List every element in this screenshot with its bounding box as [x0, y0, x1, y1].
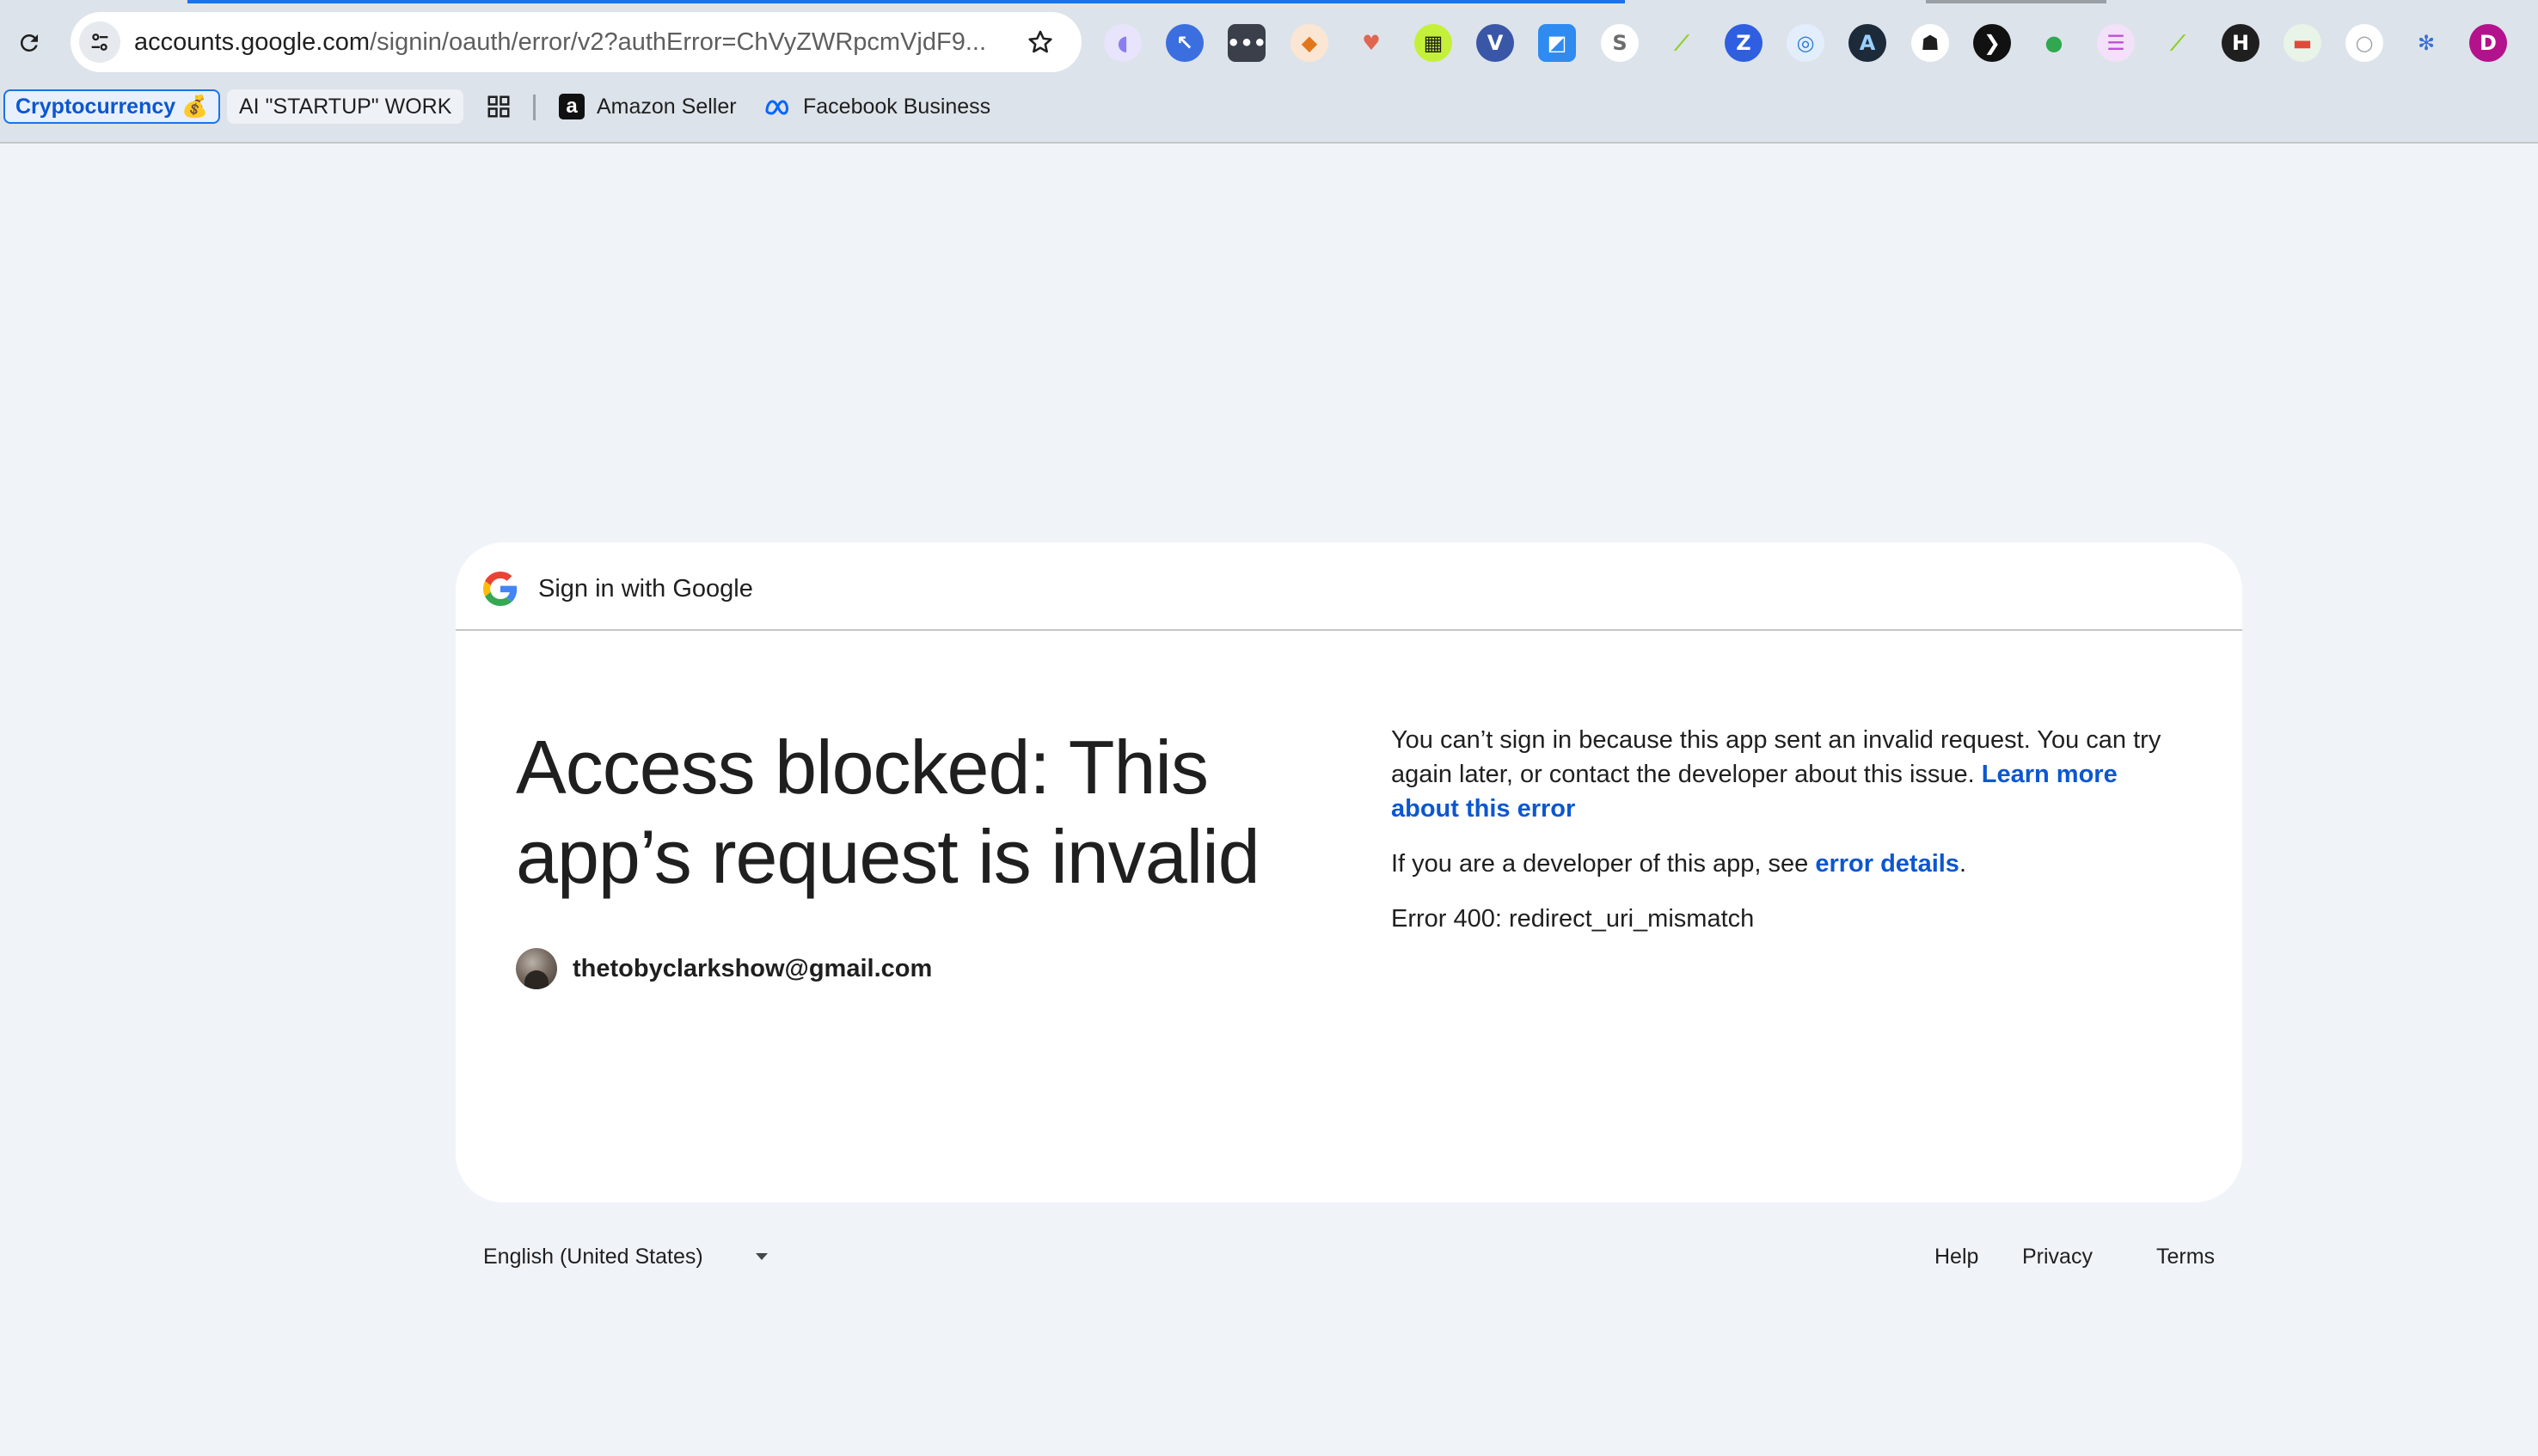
- list-extension-button[interactable]: ☰: [2094, 21, 2138, 65]
- bookmark-facebook-business[interactable]: Facebook Business: [763, 89, 990, 124]
- v-extension-button[interactable]: V: [1473, 21, 1517, 65]
- frog-extension-icon: ●: [2044, 31, 2063, 55]
- gear-extension-icon: ✻: [2417, 31, 2436, 55]
- z-extension-icon: Z: [1725, 24, 1762, 62]
- browser-chrome: accounts.google.com/signin/oauth/error/v…: [0, 0, 2538, 144]
- meta-icon: [765, 100, 789, 115]
- apps-button[interactable]: [481, 89, 516, 124]
- metamask-extension-button[interactable]: ◆: [1287, 21, 1332, 65]
- square-extension-icon: ◩: [1538, 24, 1576, 62]
- page-footer: English (United States) Help Privacy Ter…: [456, 1239, 2242, 1279]
- signin-error-card: Sign in with Google Access blocked: This…: [456, 542, 2242, 1202]
- error-description: You can’t sign in because this app sent …: [1391, 723, 2173, 826]
- s-extension-icon: S: [1601, 24, 1639, 62]
- compass-extension-button[interactable]: ◎: [1783, 21, 1828, 65]
- shield-extension-icon: ☗: [1911, 24, 1949, 62]
- apps-grid-icon: [487, 95, 510, 118]
- cloud-extension-icon: ○: [2345, 24, 2383, 62]
- z-extension-button[interactable]: Z: [1721, 21, 1766, 65]
- error-headline: Access blocked: This app’s request is in…: [516, 725, 1260, 899]
- flag-extension-button[interactable]: ▬: [2280, 21, 2325, 65]
- grid-extension-button[interactable]: ▦: [1411, 21, 1456, 65]
- list-extension-icon: ☰: [2097, 24, 2135, 62]
- cursor-extension-button[interactable]: ↖: [1162, 21, 1207, 65]
- bookmark-star-button[interactable]: [1023, 25, 1058, 59]
- shield-extension-button[interactable]: ☗: [1908, 21, 1953, 65]
- language-selector-label: English (United States): [483, 1245, 703, 1269]
- google-g-icon: [483, 572, 518, 606]
- site-info-button[interactable]: [79, 21, 120, 63]
- heart-extension-button[interactable]: ♥: [1349, 21, 1394, 65]
- arrow-extension-icon: ❯: [1973, 24, 2011, 62]
- privacy-link[interactable]: Privacy: [2022, 1245, 2093, 1269]
- sprout-extension-icon: ⟋: [2170, 31, 2186, 55]
- grid-extension-icon: ▦: [1414, 24, 1452, 62]
- developer-note-text: If you are a developer of this app, see: [1391, 850, 1816, 878]
- cursor-extension-icon: ↖: [1166, 24, 1204, 62]
- developer-note-end: .: [1959, 850, 1967, 878]
- account-email: thetobyclarkshow@gmail.com: [573, 954, 933, 982]
- compass-extension-icon: ◎: [1787, 24, 1824, 62]
- bookmark-amazon-seller[interactable]: a Amazon Seller: [559, 89, 737, 124]
- reload-button[interactable]: [9, 22, 50, 64]
- pen-extension-icon: A: [1848, 24, 1886, 62]
- bookmark-folder-cryptocurrency[interactable]: Cryptocurrency 💰: [3, 89, 221, 124]
- terms-link[interactable]: Terms: [2156, 1245, 2215, 1269]
- developer-note: If you are a developer of this app, see …: [1391, 847, 2173, 881]
- rabbit-extension-button[interactable]: ◖: [1100, 21, 1145, 65]
- url-text[interactable]: accounts.google.com/signin/oauth/error/v…: [134, 28, 994, 57]
- card-header: Sign in with Google: [456, 542, 2242, 631]
- url-path: /signin/oauth/error/v2?authError=ChVyZWR…: [370, 28, 987, 56]
- cloud-extension-button[interactable]: ○: [2342, 21, 2387, 65]
- error-details-link[interactable]: error details: [1815, 850, 1959, 878]
- avatar: [516, 948, 557, 989]
- account-chip[interactable]: thetobyclarkshow@gmail.com: [516, 948, 932, 989]
- tab-indicator: [1926, 0, 2106, 3]
- address-bar[interactable]: accounts.google.com/signin/oauth/error/v…: [70, 12, 1082, 72]
- help-link[interactable]: Help: [1934, 1245, 1978, 1269]
- bookmark-folder-ai-startup-work[interactable]: AI "STARTUP" WORK: [227, 89, 464, 124]
- hh-extension-button[interactable]: H: [2218, 21, 2263, 65]
- extensions-toolbar: ◖ ↖ ••• ◆ ♥ ▦ V ◩ S ⟋ Z ◎ A ☗ ❯ ● ☰ ⟋ H ▬ ○ ✻ D: [1100, 17, 2528, 69]
- reload-icon: [20, 34, 38, 52]
- frog-extension-button[interactable]: ●: [2032, 21, 2076, 65]
- tune-icon: [91, 34, 108, 51]
- bookmark-label: Facebook Business: [803, 95, 991, 119]
- amazon-icon: a: [559, 94, 585, 119]
- square-extension-button[interactable]: ◩: [1535, 21, 1579, 65]
- dots-extension-button[interactable]: •••: [1224, 21, 1269, 65]
- pen-extension-button[interactable]: A: [1845, 21, 1890, 65]
- error-info: You can’t sign in because this app sent …: [1391, 723, 2173, 957]
- d-extension-button[interactable]: D: [2466, 21, 2510, 65]
- arrow-extension-button[interactable]: ❯: [1970, 21, 2014, 65]
- leaf-extension-button[interactable]: ⟋: [1659, 21, 1704, 65]
- s-extension-button[interactable]: S: [1597, 21, 1642, 65]
- language-selector[interactable]: English (United States): [483, 1245, 703, 1269]
- error-code: Error 400: redirect_uri_mismatch: [1391, 905, 1755, 933]
- bookmark-label: Amazon Seller: [597, 95, 737, 119]
- page-load-progress: [187, 0, 1625, 3]
- heart-extension-icon: ♥: [1362, 31, 1381, 55]
- gear-extension-button[interactable]: ✻: [2404, 21, 2449, 65]
- flag-extension-icon: ▬: [2284, 24, 2321, 62]
- bookmarks-bar: Cryptocurrency 💰 AI "STARTUP" WORK a Ama…: [0, 84, 2538, 129]
- leaf-extension-icon: ⟋: [1674, 31, 1689, 55]
- dots-extension-icon: •••: [1227, 24, 1266, 62]
- bookmarks-separator: [533, 95, 536, 120]
- dropdown-caret-icon: [756, 1253, 768, 1260]
- v-extension-icon: V: [1476, 24, 1514, 62]
- d-extension-icon: D: [2469, 24, 2507, 62]
- card-header-title: Sign in with Google: [538, 575, 753, 603]
- star-icon: [1028, 30, 1052, 53]
- metamask-extension-icon: ◆: [1290, 24, 1328, 62]
- url-host: accounts.google.com: [134, 28, 371, 56]
- hh-extension-icon: H: [2222, 24, 2259, 62]
- sprout-extension-button[interactable]: ⟋: [2155, 21, 2200, 65]
- rabbit-extension-icon: ◖: [1104, 24, 1142, 62]
